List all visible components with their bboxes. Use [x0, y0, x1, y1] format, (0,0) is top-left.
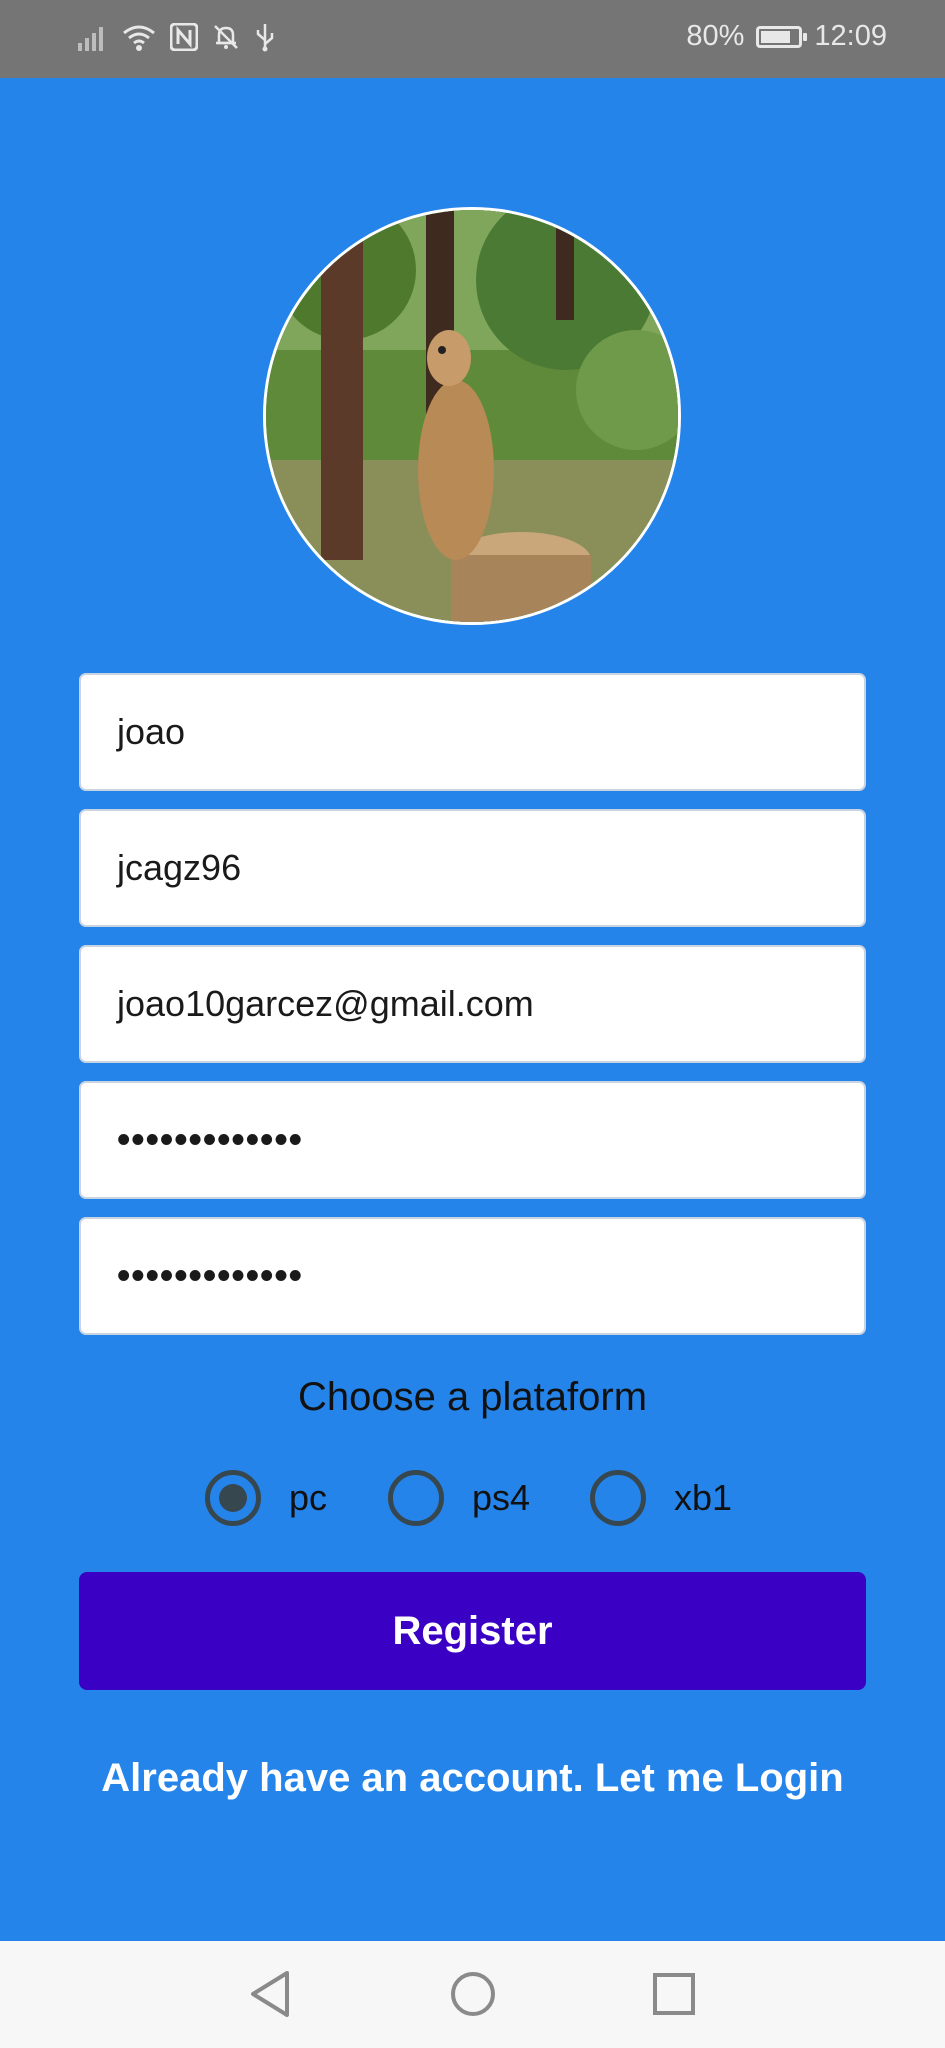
battery-icon [756, 25, 808, 48]
confirm-password-field[interactable]: ••••••••••••• [79, 1217, 866, 1335]
radio-xb1[interactable]: xb1 [590, 1470, 732, 1526]
name-field[interactable]: joao [79, 673, 866, 791]
nfc-icon [170, 23, 198, 51]
back-icon[interactable] [247, 1969, 293, 2024]
home-icon[interactable] [449, 1969, 497, 2024]
radio-ps4-label: ps4 [472, 1477, 531, 1518]
username-field[interactable]: jcagz96 [79, 809, 866, 927]
profile-avatar[interactable] [263, 207, 681, 625]
usb-icon [254, 22, 276, 52]
register-button[interactable]: Register [79, 1572, 866, 1690]
clock: 12:09 [814, 20, 887, 52]
login-link[interactable]: Already have an account. Let me Login [0, 1756, 945, 1801]
battery-percent: 80% [686, 20, 745, 52]
email-field[interactable]: joao10garcez@gmail.com [79, 945, 866, 1063]
profile-photo [266, 210, 678, 622]
password-field[interactable]: ••••••••••••• [79, 1081, 866, 1199]
radio-ps4[interactable]: ps4 [388, 1470, 530, 1526]
status-icons-left [78, 22, 276, 52]
battery-fill [761, 30, 791, 43]
radio-xb1-circle[interactable] [590, 1470, 646, 1526]
radio-ps4-circle[interactable] [388, 1470, 444, 1526]
status-bar: 80% 12:09 [0, 0, 945, 78]
radio-pc[interactable]: pc [205, 1470, 327, 1526]
navigation-bar [0, 1941, 945, 2048]
wifi-icon [122, 23, 156, 51]
signal-icon [78, 23, 108, 51]
bell-off-icon [212, 23, 240, 51]
status-icons-right: 80% 12:09 [686, 20, 887, 53]
recents-icon[interactable] [651, 1969, 697, 2024]
platform-label: Choose a plataform [297, 1375, 648, 1419]
radio-pc-circle[interactable] [205, 1470, 261, 1526]
radio-xb1-label: xb1 [674, 1477, 733, 1518]
radio-pc-label: pc [289, 1477, 328, 1518]
